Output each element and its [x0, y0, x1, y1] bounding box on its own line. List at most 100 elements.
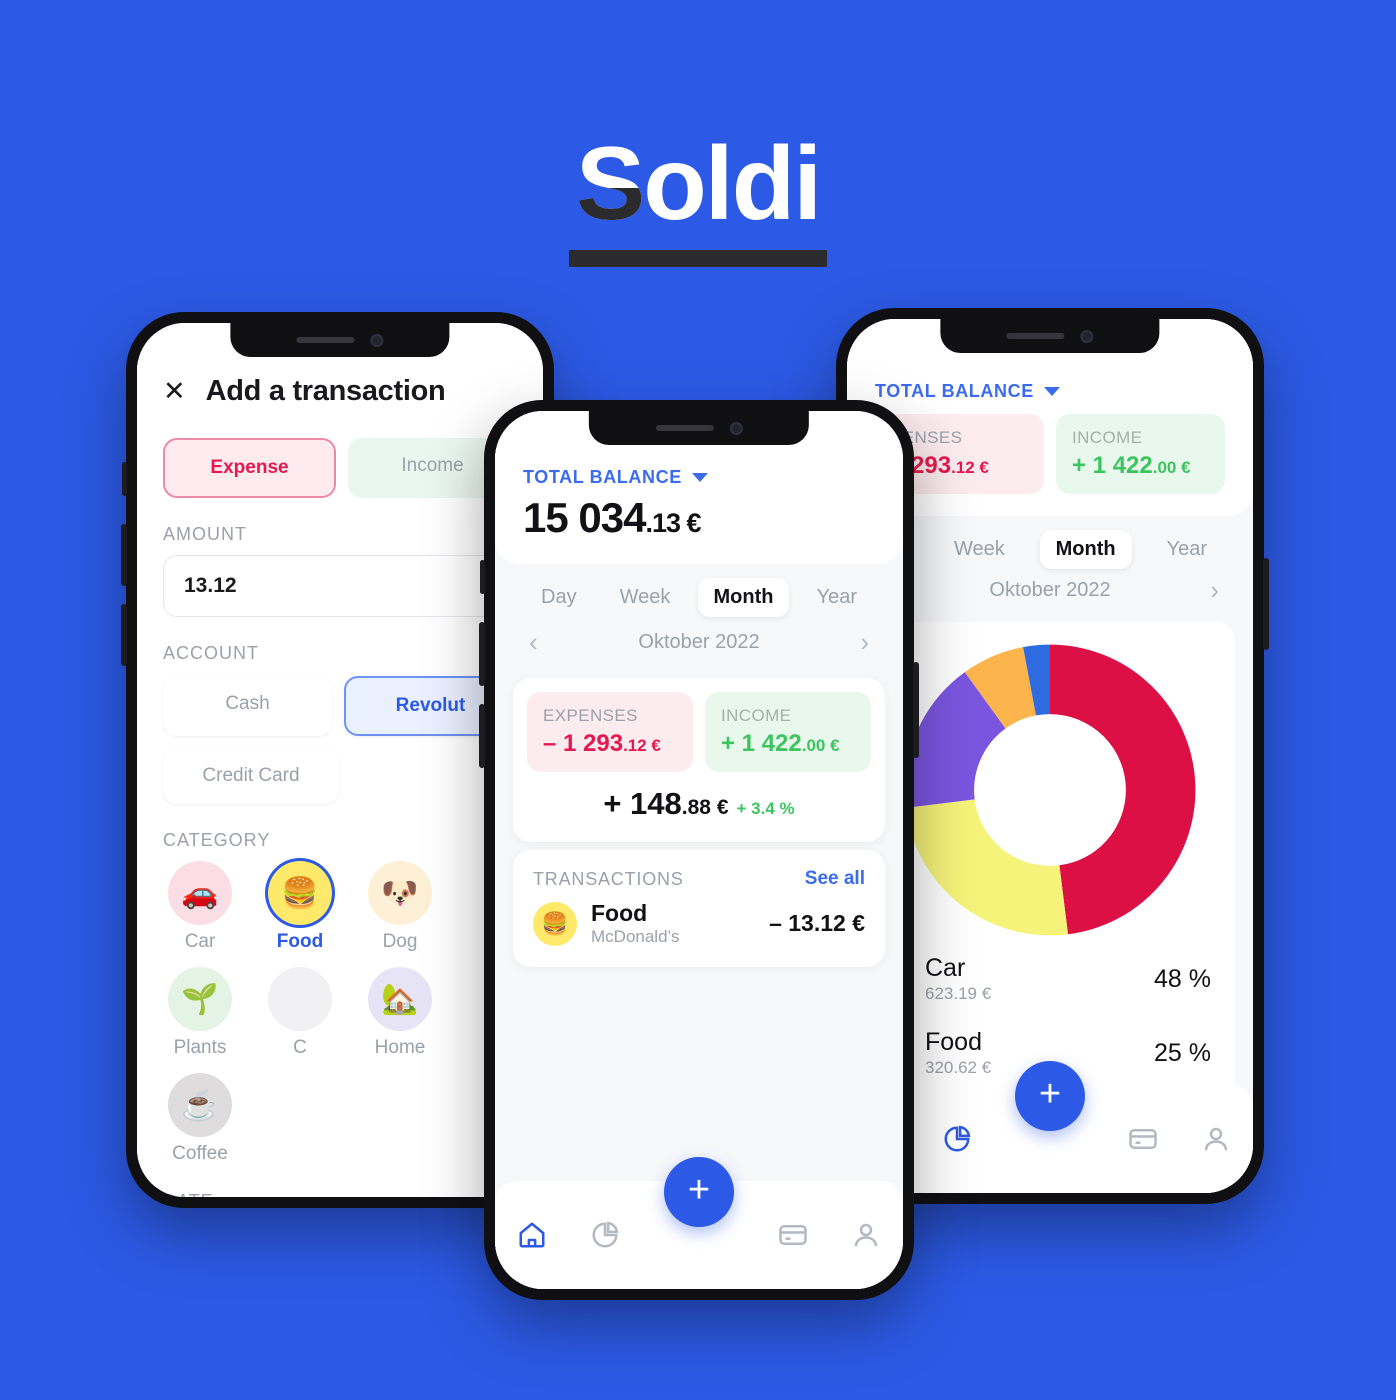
legend-pct-food: 25 % [1154, 1038, 1211, 1067]
expenses-label: EXPENSES [543, 706, 638, 725]
expenses-value: – 1 293.12 € [543, 730, 661, 757]
income-label: INCOME [1072, 428, 1143, 447]
tab-week[interactable]: Week [938, 530, 1021, 569]
tab-expense[interactable]: Expense [163, 438, 336, 498]
transaction-name: Food [591, 900, 648, 926]
plant-icon: 🌱 [168, 967, 232, 1031]
nav-stats-icon[interactable] [590, 1220, 620, 1250]
stats-summary-row: PENSES 1 293.12 € INCOME + 1 422.00 € [875, 402, 1225, 494]
category-coffee[interactable]: ☕ Coffee [163, 1073, 237, 1165]
mute-switch [480, 560, 485, 594]
net-balance: + 148.88 € + 3.4 % [603, 786, 795, 821]
partial-category-icon [268, 967, 332, 1031]
category-home[interactable]: 🏡 Home [363, 967, 437, 1059]
tab-week[interactable]: Week [604, 578, 687, 617]
nav-profile-icon[interactable] [1201, 1124, 1231, 1154]
legend-amount-car: 623.19 € [925, 984, 992, 1003]
tab-month[interactable]: Month [697, 578, 790, 617]
amount-input[interactable]: 13.12 [163, 555, 517, 617]
brand-rest: oldi [643, 126, 822, 242]
see-all-link[interactable]: See all [805, 868, 865, 890]
tab-month[interactable]: Month [1039, 530, 1132, 569]
burger-icon: 🍔 [268, 861, 332, 925]
legend-name-car: Car [925, 954, 966, 982]
device-notch [588, 411, 810, 445]
category-dog[interactable]: 🐶 Dog [363, 861, 437, 953]
front-camera [729, 421, 743, 435]
account-option-cash[interactable]: Cash [163, 676, 332, 736]
device-notch [230, 323, 450, 357]
add-transaction-fab[interactable]: + [1015, 1061, 1085, 1131]
nav-home-icon[interactable] [517, 1220, 547, 1250]
brand-logo: SSoldi [0, 132, 1396, 267]
transactions-label: TRANSACTIONS [533, 868, 684, 889]
plus-icon: + [1038, 1073, 1062, 1115]
dashboard-screen: TOTAL BALANCE 15 034.13 € Day Week Month… [495, 411, 903, 1289]
nav-card-icon[interactable] [1128, 1124, 1158, 1154]
net-change-pct: + 3.4 % [736, 799, 795, 818]
category-food[interactable]: 🍔 Food [263, 861, 337, 953]
brand-wordmark: SSoldi [576, 132, 822, 236]
legend-row-car[interactable]: Car 623.19 € 48 % [889, 942, 1211, 1016]
category-label-dog: Dog [382, 931, 418, 952]
front-camera [370, 333, 384, 347]
earpiece-speaker [296, 337, 355, 343]
coffee-icon: ☕ [168, 1073, 232, 1137]
category-car[interactable]: 🚗 Car [163, 861, 237, 953]
chevron-down-icon [691, 473, 708, 482]
brand-s-top: S [575, 126, 645, 242]
category-plants[interactable]: 🌱 Plants [163, 967, 237, 1059]
volume-up-button [479, 622, 485, 686]
expenses-card: EXPENSES – 1 293.12 € [527, 692, 693, 772]
nav-stats-icon[interactable] [942, 1124, 972, 1154]
total-balance-label: TOTAL BALANCE [875, 381, 1034, 401]
next-period-button[interactable]: › [860, 627, 869, 658]
next-period-button[interactable]: › [1210, 575, 1219, 606]
category-label-coffee: Coffee [172, 1143, 228, 1164]
income-card: INCOME + 1 422.00 € [705, 692, 871, 772]
transactions-header: TRANSACTIONS See all [513, 850, 885, 894]
category-partial[interactable]: C [263, 967, 337, 1059]
nav-profile-icon[interactable] [851, 1220, 881, 1250]
account-option-credit-card[interactable]: Credit Card [163, 748, 339, 804]
total-balance-selector[interactable]: TOTAL BALANCE [523, 467, 875, 488]
legend-amount-food: 320.62 € [925, 1058, 992, 1077]
donut-chart-svg [904, 644, 1196, 936]
total-balance-label: TOTAL BALANCE [523, 467, 682, 487]
volume-down-button [479, 704, 485, 768]
summary-card: EXPENSES – 1 293.12 € INCOME + 1 422.00 … [513, 678, 885, 842]
total-balance-selector[interactable]: TOTAL BALANCE [875, 381, 1225, 402]
category-label-food: Food [276, 931, 324, 952]
category-grid: 🚗 Car 🍔 Food 🐶 Dog 🌱 Plants C 🏡 Home ☕ C… [137, 851, 543, 1165]
summary-row: EXPENSES – 1 293.12 € INCOME + 1 422.00 … [513, 678, 885, 786]
period-tabs: Day Week Month Year [495, 564, 903, 617]
burger-icon: 🍔 [533, 901, 577, 946]
period-navigator: ‹ Oktober 2022 › [495, 617, 903, 670]
total-balance-amount: 15 034.13 € [523, 494, 702, 541]
income-label: INCOME [721, 706, 792, 725]
tab-year[interactable]: Year [801, 578, 873, 617]
add-transaction-fab[interactable]: + [664, 1157, 734, 1227]
income-value: + 1 422.00 € [721, 730, 840, 757]
category-label-car: Car [184, 931, 216, 952]
nav-card-icon[interactable] [778, 1220, 808, 1250]
category-label-plants: Plants [173, 1037, 227, 1058]
volume-up-button [121, 524, 127, 586]
category-label-partial: C [293, 1037, 307, 1058]
legend-pct-car: 48 % [1154, 964, 1211, 993]
earpiece-speaker [655, 425, 714, 431]
brand-underline [569, 250, 827, 267]
prev-period-button[interactable]: ‹ [529, 627, 538, 658]
dog-icon: 🐶 [368, 861, 432, 925]
legend-name-food: Food [925, 1028, 982, 1056]
table-row[interactable]: 🍔 Food McDonald’s – 13.12 € [513, 894, 885, 967]
tab-year[interactable]: Year [1151, 530, 1223, 569]
front-camera [1080, 329, 1094, 343]
transactions-card: TRANSACTIONS See all 🍔 Food McDonald’s –… [513, 850, 885, 967]
transaction-type-toggle: Expense Income [137, 438, 543, 498]
car-icon: 🚗 [168, 861, 232, 925]
close-icon[interactable]: ✕ [163, 378, 186, 405]
tab-day[interactable]: Day [525, 578, 593, 617]
donut-chart [865, 644, 1235, 936]
page-title: Add a transaction [205, 375, 446, 407]
